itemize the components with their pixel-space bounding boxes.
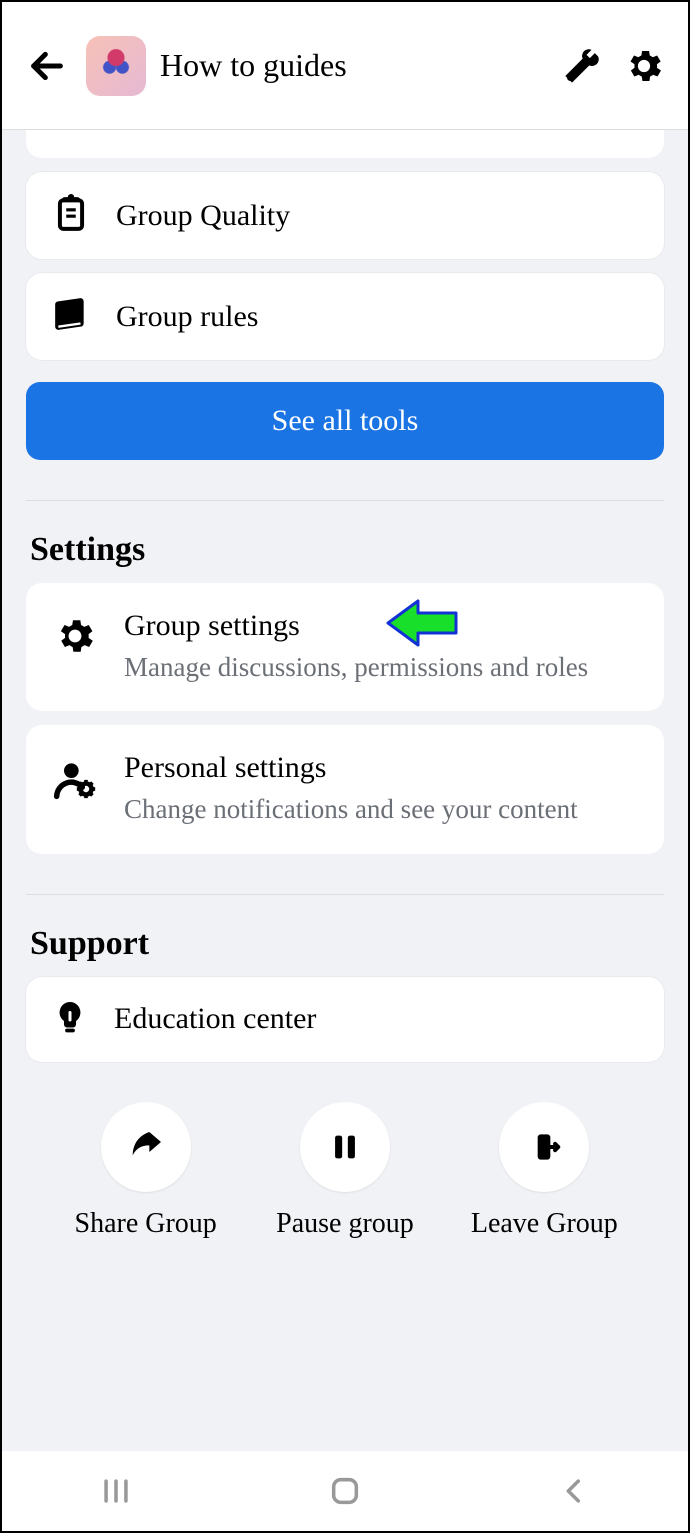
chevron-left-icon	[557, 1474, 591, 1508]
tools-icon	[562, 46, 602, 86]
nav-home-button[interactable]	[305, 1461, 385, 1521]
tool-item-label: Group rules	[116, 300, 258, 334]
action-label: Pause group	[276, 1206, 414, 1242]
settings-item-subtitle: Change notifications and see your conten…	[124, 791, 578, 827]
tools-button[interactable]	[558, 42, 606, 90]
tool-item-rules[interactable]: Group rules	[26, 273, 664, 360]
tool-item-quality[interactable]: Group Quality	[26, 172, 664, 259]
support-item-education[interactable]: Education center	[26, 977, 664, 1062]
nav-recents-button[interactable]	[76, 1461, 156, 1521]
button-label: See all tools	[272, 404, 419, 437]
action-circle	[101, 1102, 191, 1192]
action-label: Share Group	[75, 1206, 217, 1242]
settings-item-subtitle: Manage discussions, permissions and role…	[124, 649, 588, 685]
gear-icon	[623, 45, 665, 87]
user-gear-icon	[52, 755, 98, 801]
nav-back-button[interactable]	[534, 1461, 614, 1521]
page-title: How to guides	[160, 47, 544, 84]
arrow-left-icon	[27, 46, 67, 86]
settings-button[interactable]	[620, 42, 668, 90]
section-title-support: Support	[30, 925, 660, 963]
bulb-icon	[52, 999, 88, 1040]
section-divider	[26, 894, 664, 895]
leave-icon	[525, 1128, 563, 1166]
action-label: Leave Group	[471, 1206, 618, 1242]
share-icon	[126, 1127, 166, 1167]
back-button[interactable]	[22, 41, 72, 91]
recents-icon	[99, 1474, 133, 1508]
previous-card-peek	[26, 130, 664, 158]
section-title-settings: Settings	[30, 531, 660, 569]
system-nav-bar	[2, 1451, 688, 1531]
action-circle	[499, 1102, 589, 1192]
clipboard-icon	[52, 194, 90, 237]
pause-icon	[328, 1130, 362, 1164]
app-header: How to guides	[2, 2, 688, 130]
see-all-tools-button[interactable]: See all tools	[26, 382, 664, 460]
action-circle	[300, 1102, 390, 1192]
settings-item-title: Personal settings	[124, 751, 578, 785]
settings-item-title: Group settings	[124, 609, 588, 643]
action-row: Share Group Pause group Leave Group	[26, 1062, 664, 1272]
book-icon	[52, 295, 90, 338]
action-share[interactable]: Share Group	[56, 1102, 236, 1242]
group-avatar[interactable]	[86, 36, 146, 96]
action-pause[interactable]: Pause group	[255, 1102, 435, 1242]
settings-item-group[interactable]: Group settings Manage discussions, permi…	[26, 583, 664, 711]
tool-item-label: Group Quality	[116, 199, 290, 233]
content-body: Group Quality Group rules See all tools …	[2, 130, 688, 1451]
settings-item-personal[interactable]: Personal settings Change notifications a…	[26, 725, 664, 853]
action-leave[interactable]: Leave Group	[454, 1102, 634, 1242]
support-item-label: Education center	[114, 1002, 316, 1036]
home-icon	[328, 1474, 362, 1508]
section-divider	[26, 500, 664, 501]
gear-icon	[52, 613, 98, 659]
